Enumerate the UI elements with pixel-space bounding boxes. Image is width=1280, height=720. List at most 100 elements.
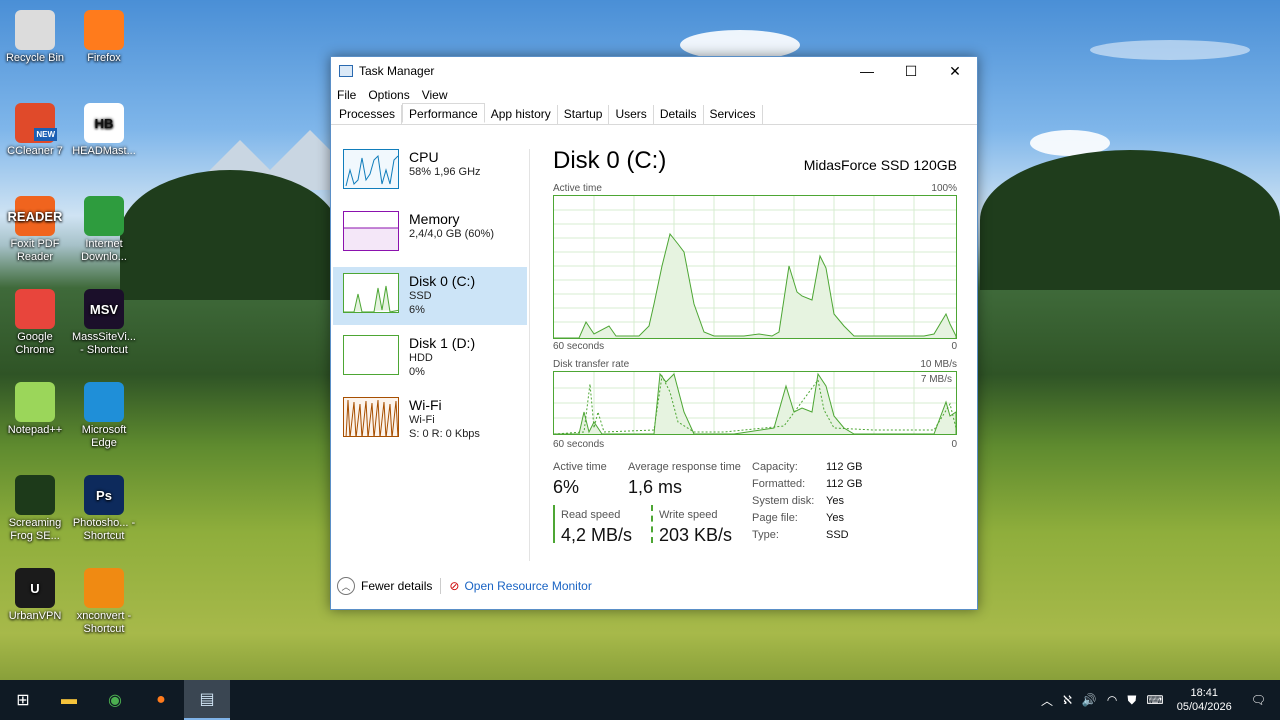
notifications-icon[interactable]: 🗨 bbox=[1251, 693, 1266, 707]
close-button[interactable]: ✕ bbox=[933, 57, 977, 85]
desktop-icon-label: Internet Downlo... bbox=[81, 238, 127, 263]
desktop-icon-label: Google Chrome bbox=[15, 331, 55, 356]
tab-startup[interactable]: Startup bbox=[558, 105, 610, 124]
active-time-graph-label: Active time bbox=[553, 183, 602, 194]
write-speed-label: Write speed bbox=[659, 509, 718, 521]
security-icon[interactable]: ⛊ bbox=[1127, 693, 1136, 708]
menu-options[interactable]: Options bbox=[368, 88, 409, 102]
menu-file[interactable]: File bbox=[337, 88, 356, 102]
active-time-stat-value: 6% bbox=[553, 477, 580, 497]
wifi-thumbnail-graph bbox=[343, 397, 399, 437]
desktop-icon[interactable]: Firefox bbox=[71, 10, 137, 65]
transfer-rate-graph: 7 MB/s bbox=[553, 371, 957, 435]
read-speed-marker bbox=[553, 505, 555, 543]
desktop-icon[interactable]: Internet Downlo... bbox=[71, 196, 137, 264]
sidebar-item-cpu[interactable]: CPU 58% 1,96 GHz bbox=[333, 143, 527, 201]
desktop-icon[interactable]: Google Chrome bbox=[2, 289, 68, 357]
desktop-icon[interactable]: xnconvert - Shortcut bbox=[71, 568, 137, 636]
desktop-icon[interactable]: MSV MassSiteVi... - Shortcut bbox=[71, 289, 137, 357]
tab-services[interactable]: Services bbox=[704, 105, 763, 124]
sidebar-item-disk0[interactable]: Disk 0 (C:) SSD 6% bbox=[333, 267, 527, 325]
active-time-stat-label: Active time bbox=[553, 461, 607, 473]
sidebar-item-disk1[interactable]: Disk 1 (D:) HDD 0% bbox=[333, 329, 527, 387]
wifi-label: Wi-Fi bbox=[409, 397, 442, 413]
desktop-icon[interactable]: Ps Photosho... - Shortcut bbox=[71, 475, 137, 543]
type-value: SSD bbox=[826, 529, 849, 541]
desktop-icon[interactable]: U UrbanVPN bbox=[2, 568, 68, 623]
idm-icon bbox=[84, 196, 124, 236]
menu-view[interactable]: View bbox=[422, 88, 448, 102]
file-explorer-icon[interactable]: ▬ bbox=[46, 680, 92, 720]
clock[interactable]: 18:41 05/04/2026 bbox=[1177, 686, 1232, 714]
capacity-value: 112 GB bbox=[826, 461, 863, 473]
desktop-icon-label: Screaming Frog SE... bbox=[8, 517, 62, 542]
language-icon[interactable]: ℵ bbox=[1063, 693, 1072, 707]
desktop-icon[interactable]: Screaming Frog SE... bbox=[2, 475, 68, 543]
read-speed-label: Read speed bbox=[561, 509, 621, 521]
chevron-up-icon[interactable]: ︿ bbox=[1041, 692, 1053, 709]
firefox-taskbar-icon[interactable]: ● bbox=[138, 680, 184, 720]
transfer-rate-inner-max: 7 MB/s bbox=[920, 374, 952, 385]
cpu-usage: 58% 1,96 GHz bbox=[409, 166, 481, 178]
chevron-up-icon[interactable]: ︿ bbox=[337, 577, 355, 595]
fewer-details-link[interactable]: Fewer details bbox=[361, 579, 432, 593]
minimize-button[interactable]: — bbox=[845, 57, 889, 85]
cpu-label: CPU bbox=[409, 149, 439, 165]
title-bar[interactable]: Task Manager — ☐ ✕ bbox=[331, 57, 977, 85]
volume-icon[interactable]: 🔊 bbox=[1082, 693, 1097, 707]
desktop-icon-label: HEADMast... bbox=[72, 145, 136, 157]
tab-app-history[interactable]: App history bbox=[485, 105, 558, 124]
tab-users[interactable]: Users bbox=[609, 105, 654, 124]
transfer-rate-x-right: 0 bbox=[951, 439, 957, 450]
wifi-adapter: Wi-Fi bbox=[409, 414, 435, 426]
start-icon[interactable]: ⊞ bbox=[0, 680, 46, 720]
transfer-rate-graph-label: Disk transfer rate bbox=[553, 359, 630, 370]
write-speed-marker bbox=[651, 505, 653, 543]
chrome-taskbar-icon[interactable]: ◉ bbox=[92, 680, 138, 720]
task-manager-taskbar-icon[interactable]: ▤ bbox=[184, 680, 230, 720]
urbanvpn-icon: U bbox=[15, 568, 55, 608]
tab-details[interactable]: Details bbox=[654, 105, 704, 124]
write-speed-value: 203 KB/s bbox=[659, 525, 733, 545]
open-resource-monitor-link[interactable]: Open Resource Monitor bbox=[464, 579, 591, 593]
tab-processes[interactable]: Processes bbox=[333, 105, 403, 124]
desktop-icon[interactable]: HB HEADMast... bbox=[71, 103, 137, 158]
notepadpp-icon bbox=[15, 382, 55, 422]
desktop-icon[interactable]: Notepad++ bbox=[2, 382, 68, 437]
system-disk-value: Yes bbox=[826, 495, 844, 507]
tab-bar: Processes Performance App history Startu… bbox=[331, 103, 977, 125]
sidebar-item-memory[interactable]: Memory 2,4/4,0 GB (60%) bbox=[333, 205, 527, 263]
maximize-button[interactable]: ☐ bbox=[889, 57, 933, 85]
recycle-bin-icon bbox=[15, 10, 55, 50]
desktop-icon-label: Recycle Bin bbox=[5, 52, 65, 64]
resource-monitor-icon: ⊘ bbox=[449, 579, 460, 593]
active-time-x-right: 0 bbox=[951, 341, 957, 352]
keyboard-icon[interactable]: ⌨ bbox=[1146, 693, 1163, 707]
task-manager-icon bbox=[339, 65, 353, 77]
memory-thumbnail-graph bbox=[343, 211, 399, 251]
wifi-throughput: S: 0 R: 0 Kbps bbox=[409, 428, 480, 440]
disk0-type: SSD bbox=[409, 290, 432, 302]
screaming-frog-icon bbox=[15, 475, 55, 515]
transfer-rate-graph-max: 10 MB/s bbox=[920, 359, 957, 370]
type-label: Type: bbox=[752, 529, 779, 541]
sidebar-item-wifi[interactable]: Wi-Fi Wi-Fi S: 0 R: 0 Kbps bbox=[333, 391, 527, 449]
transfer-rate-x-left: 60 seconds bbox=[553, 439, 605, 450]
system-disk-label: System disk: bbox=[752, 495, 815, 507]
tab-performance[interactable]: Performance bbox=[402, 103, 485, 123]
disk0-label: Disk 0 (C:) bbox=[409, 273, 476, 289]
capacity-label: Capacity: bbox=[752, 461, 798, 473]
disk0-thumbnail-graph bbox=[343, 273, 399, 313]
desktop-icon[interactable]: READER Foxit PDF Reader bbox=[2, 196, 68, 264]
network-icon[interactable]: ◠ bbox=[1107, 693, 1117, 707]
photoshop-icon: Ps bbox=[84, 475, 124, 515]
active-time-graph-max: 100% bbox=[931, 183, 957, 194]
menu-bar: File Options View bbox=[331, 85, 977, 105]
avg-response-stat-value: 1,6 ms bbox=[628, 477, 683, 497]
task-manager-window: Task Manager — ☐ ✕ File Options View Pro… bbox=[330, 56, 978, 610]
desktop-icon[interactable]: Microsoft Edge bbox=[71, 382, 137, 450]
desktop-icon[interactable]: Recycle Bin bbox=[2, 10, 68, 65]
desktop-icon[interactable]: NEW CCleaner 7 bbox=[2, 103, 68, 158]
desktop-icon-label: Foxit PDF Reader bbox=[10, 238, 60, 263]
system-tray: ︿ ℵ 🔊 ◠ ⛊ ⌨ 18:41 05/04/2026 🗨 bbox=[1036, 680, 1280, 720]
